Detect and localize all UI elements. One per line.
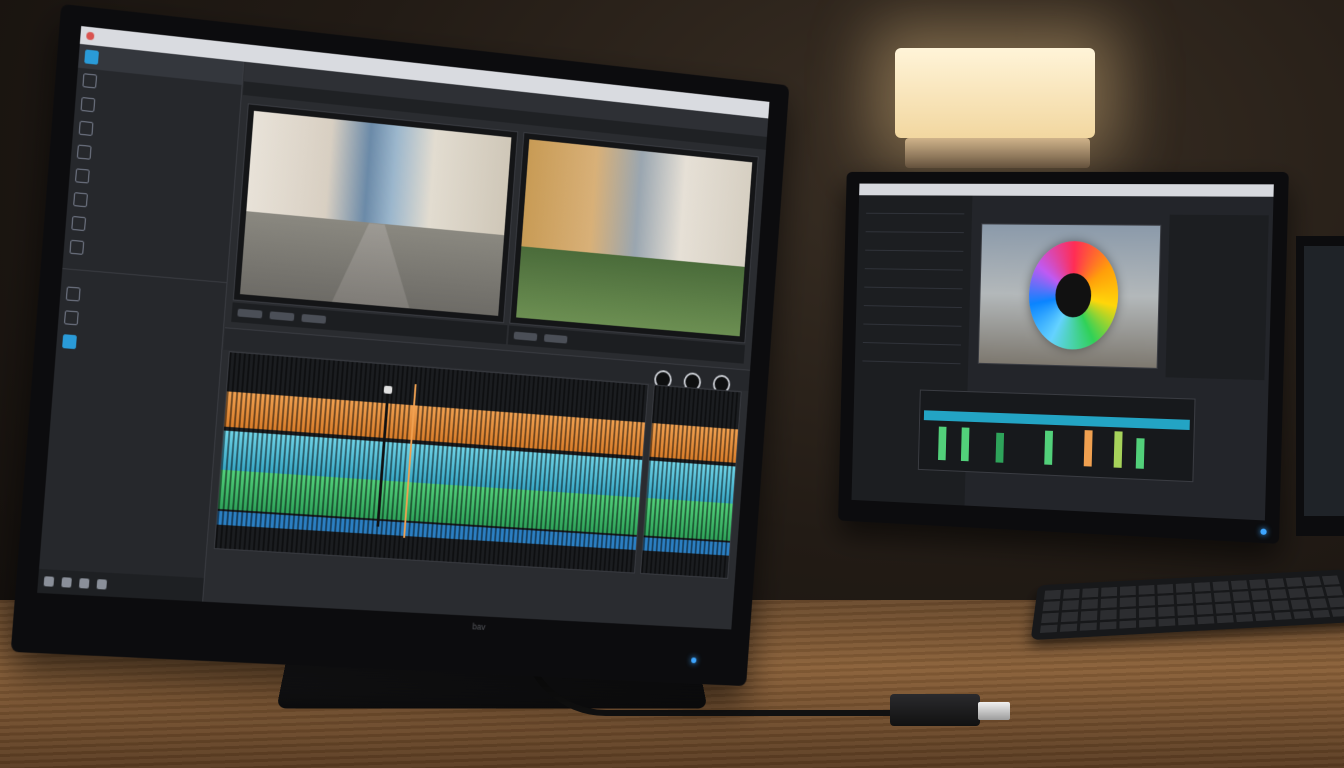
source-viewer[interactable] <box>232 103 519 324</box>
settings-icon <box>69 239 85 255</box>
list-icon[interactable] <box>78 578 90 589</box>
track-icon <box>65 286 81 302</box>
keyboard-keys <box>1039 575 1344 633</box>
secondary-power-led <box>1260 528 1267 535</box>
secondary-clip <box>1113 431 1123 468</box>
secondary-clip <box>938 426 947 461</box>
sidebar-bottom-toolbar <box>37 568 204 602</box>
secondary-monitor <box>838 171 1289 544</box>
street-footage-frame <box>239 110 512 316</box>
color-icon <box>73 192 88 208</box>
play-button[interactable] <box>237 308 263 319</box>
export-icon <box>71 215 87 232</box>
program-viewer[interactable] <box>509 132 759 344</box>
step-button[interactable] <box>269 311 295 322</box>
media-icon <box>82 73 98 89</box>
studio-lamp <box>895 48 1095 138</box>
usb-connector-tip <box>978 702 1010 720</box>
waveform-texture <box>641 385 741 578</box>
timeline-panel-right[interactable] <box>640 384 742 579</box>
usb-plug <box>890 694 980 726</box>
waveform-texture <box>214 352 648 573</box>
editor-main-area <box>204 61 769 630</box>
monitor-brand: bav <box>472 621 486 632</box>
audio-icon <box>78 120 94 136</box>
transitions-icon <box>74 168 90 184</box>
secondary-clip <box>995 432 1005 463</box>
courtyard-footage-frame <box>516 139 753 337</box>
track-icon <box>62 334 77 350</box>
titles-icon <box>76 144 92 160</box>
close-icon[interactable] <box>86 31 95 41</box>
track-icon <box>63 310 79 326</box>
secondary-clip <box>960 427 970 462</box>
grid-icon[interactable] <box>61 577 72 588</box>
main-screen <box>37 26 770 630</box>
secondary-timeline[interactable] <box>917 389 1196 483</box>
third-monitor <box>1296 236 1344 536</box>
color-grading-viewer <box>977 223 1162 369</box>
secondary-right-panel <box>1165 214 1269 381</box>
secondary-clip <box>1044 430 1053 465</box>
third-screen <box>1304 246 1344 516</box>
play-button[interactable] <box>513 331 538 342</box>
studio-lamp-housing <box>905 138 1090 168</box>
mark-button[interactable] <box>301 313 327 324</box>
step-button[interactable] <box>543 334 568 344</box>
main-power-led <box>690 657 697 664</box>
timeline-panel[interactable] <box>213 351 649 574</box>
main-monitor: bav <box>10 3 790 687</box>
chat-icon[interactable] <box>96 579 108 590</box>
home-icon[interactable] <box>43 576 55 587</box>
color-wheel-icon[interactable] <box>1027 240 1120 351</box>
secondary-screen <box>851 183 1274 521</box>
secondary-clip <box>1135 438 1145 469</box>
secondary-clip <box>1083 430 1093 467</box>
folder-icon <box>84 49 99 65</box>
effects-icon <box>80 96 96 113</box>
